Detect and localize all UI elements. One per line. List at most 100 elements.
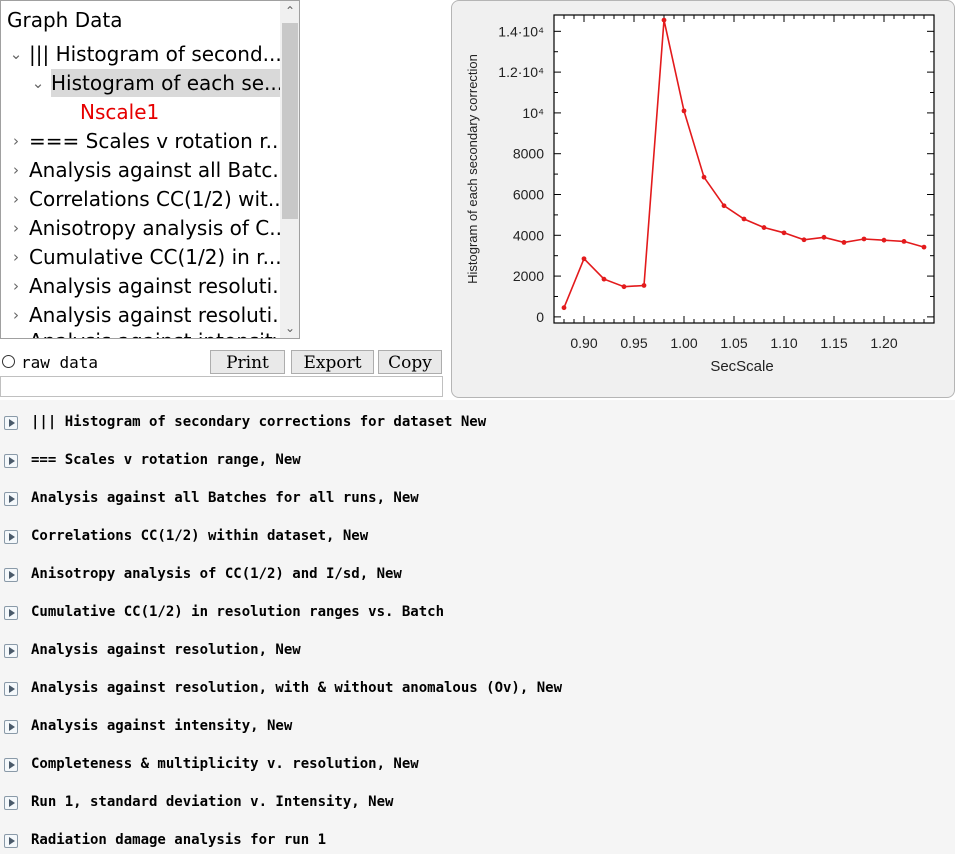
data-point — [701, 174, 707, 180]
data-point — [921, 244, 927, 250]
tree-node-cumulative[interactable]: › Cumulative CC(1/2) in r... — [8, 243, 282, 271]
expand-arrow-icon[interactable] — [4, 796, 18, 810]
expand-arrow-icon[interactable] — [4, 758, 18, 772]
chevron-right-icon[interactable]: › — [8, 156, 24, 184]
chevron-down-icon[interactable]: ⌄ — [30, 69, 46, 97]
data-point — [901, 239, 907, 244]
data-point — [641, 283, 647, 288]
x-tick-label: 0.95 — [620, 335, 647, 351]
log-section-title: Analysis against all Batches for all run… — [31, 490, 419, 506]
log-section-title: Analysis against intensity, New — [31, 718, 293, 734]
x-tick-label: 1.15 — [820, 335, 847, 351]
y-tick-label: 6000 — [513, 186, 544, 202]
tree-node-label: Anisotropy analysis of C... — [29, 216, 289, 240]
data-point — [801, 237, 807, 243]
tree-node-label: Analysis against all Batc... — [29, 158, 292, 182]
raw-data-radio[interactable] — [2, 355, 15, 368]
tree-node-label: Cumulative CC(1/2) in r... — [29, 245, 282, 269]
scroll-down-icon[interactable]: ⌄ — [280, 318, 299, 338]
expand-arrow-icon[interactable] — [4, 644, 18, 658]
tree-node-label: Analysis against intensity... — [29, 327, 299, 338]
raw-data-label: raw data — [21, 353, 99, 372]
copy-button[interactable]: Copy — [378, 350, 442, 374]
data-point — [861, 236, 867, 242]
data-point — [781, 230, 787, 236]
tree-node-label: Correlations CC(1/2) wit... — [29, 187, 287, 211]
expand-arrow-icon[interactable] — [4, 454, 18, 468]
x-tick-label: 0.90 — [570, 335, 597, 351]
x-tick-label: 1.00 — [670, 335, 697, 351]
data-point — [741, 216, 747, 222]
x-tick-label: 1.20 — [870, 335, 897, 351]
tree-node-label: Analysis against resoluti... — [29, 303, 292, 327]
chevron-right-icon[interactable]: › — [8, 214, 24, 242]
plot-area — [553, 14, 935, 324]
data-point — [581, 256, 587, 262]
chevron-right-icon[interactable]: › — [8, 243, 24, 271]
tree-node-resolution-2[interactable]: › Analysis against resoluti... — [8, 301, 291, 329]
tree-node-label: === Scales v rotation r... — [29, 129, 285, 153]
tree-node-label: Nscale1 — [80, 100, 160, 124]
y-tick-label: 4000 — [513, 227, 544, 243]
chevron-down-icon[interactable]: ⌄ — [8, 40, 24, 68]
tree-node-batches[interactable]: › Analysis against all Batc... — [8, 156, 291, 184]
log-section-list: ||| Histogram of secondary corrections f… — [0, 400, 955, 854]
data-point — [561, 305, 567, 311]
data-point — [681, 108, 687, 114]
tree-node-scales[interactable]: › === Scales v rotation r... — [8, 127, 285, 155]
tree-node-intensity[interactable]: › Analysis against intensity... — [8, 327, 299, 338]
graph-data-tree[interactable]: Graph Data ⌄ ||| Histogram of second... … — [0, 0, 300, 339]
tree-node-label: Analysis against resoluti... — [29, 274, 292, 298]
expand-arrow-icon[interactable] — [4, 720, 18, 734]
command-entry-field[interactable] — [0, 376, 443, 397]
expand-arrow-icon[interactable] — [4, 416, 18, 430]
y-axis-label: Histogram of each secondary correction — [465, 54, 480, 284]
log-section-title: Analysis against resolution, with & with… — [31, 680, 563, 696]
scroll-up-icon[interactable]: ⌃ — [280, 1, 299, 21]
data-point — [761, 225, 767, 230]
chevron-right-icon[interactable]: › — [8, 127, 24, 155]
log-section-title: === Scales v rotation range, New — [31, 452, 301, 468]
tree-scrollbar[interactable]: ⌃ ⌄ — [280, 1, 299, 338]
tree-node-nscale1[interactable]: Nscale1 — [59, 98, 259, 126]
data-point — [661, 17, 667, 23]
y-tick-label: 0 — [536, 309, 544, 325]
tree-node-histogram-group[interactable]: ⌄ ||| Histogram of second... — [8, 40, 282, 68]
tree-title: Graph Data — [7, 8, 123, 32]
graph-panel: 0 2000 4000 6000 8000 10⁴ 1.2·10⁴ 1.4·10⁴ 0.90 0… — [451, 0, 955, 398]
data-point — [621, 284, 627, 290]
tree-node-correlations[interactable]: › Correlations CC(1/2) wit... — [8, 185, 287, 213]
expand-arrow-icon[interactable] — [4, 606, 18, 620]
scrollbar-thumb[interactable] — [282, 23, 298, 219]
log-section-title: Radiation damage analysis for run 1 — [31, 832, 327, 848]
data-point — [841, 240, 847, 245]
tree-node-label: Histogram of each se... — [51, 69, 288, 97]
expand-arrow-icon[interactable] — [4, 492, 18, 506]
log-section-title: Run 1, standard deviation v. Intensity, … — [31, 794, 394, 810]
chevron-right-icon[interactable]: › — [8, 327, 24, 338]
tree-node-label: ||| Histogram of second... — [29, 42, 282, 66]
log-section-title: Completeness & multiplicity v. resolutio… — [31, 756, 419, 772]
chevron-right-icon[interactable]: › — [8, 272, 24, 300]
tree-node-histogram-each[interactable]: ⌄ Histogram of each se... — [30, 69, 288, 97]
x-axis-label: SecScale — [710, 358, 773, 375]
print-button[interactable]: Print — [210, 350, 285, 374]
log-section-title: Analysis against resolution, New — [31, 642, 301, 658]
log-section-title: Correlations CC(1/2) within dataset, New — [31, 528, 369, 544]
y-tick-label: 1.2·10⁴ — [498, 64, 544, 80]
export-button[interactable]: Export — [291, 350, 374, 374]
tree-node-resolution-1[interactable]: › Analysis against resoluti... — [8, 272, 291, 300]
chevron-right-icon[interactable]: › — [8, 185, 24, 213]
expand-arrow-icon[interactable] — [4, 568, 18, 582]
y-tick-label: 1.4·10⁴ — [498, 23, 544, 39]
log-section-title: ||| Histogram of secondary corrections f… — [31, 414, 487, 430]
x-tick-label: 1.10 — [770, 335, 797, 351]
expand-arrow-icon[interactable] — [4, 530, 18, 544]
tree-node-anisotropy[interactable]: › Anisotropy analysis of C... — [8, 214, 288, 242]
chevron-right-icon[interactable]: › — [8, 301, 24, 329]
expand-arrow-icon[interactable] — [4, 682, 18, 696]
data-point — [721, 203, 727, 209]
x-tick-label: 1.05 — [720, 335, 747, 351]
histogram-chart: 0 2000 4000 6000 8000 10⁴ 1.2·10⁴ 1.4·10⁴ 0.90 0… — [465, 14, 935, 375]
expand-arrow-icon[interactable] — [4, 834, 18, 848]
